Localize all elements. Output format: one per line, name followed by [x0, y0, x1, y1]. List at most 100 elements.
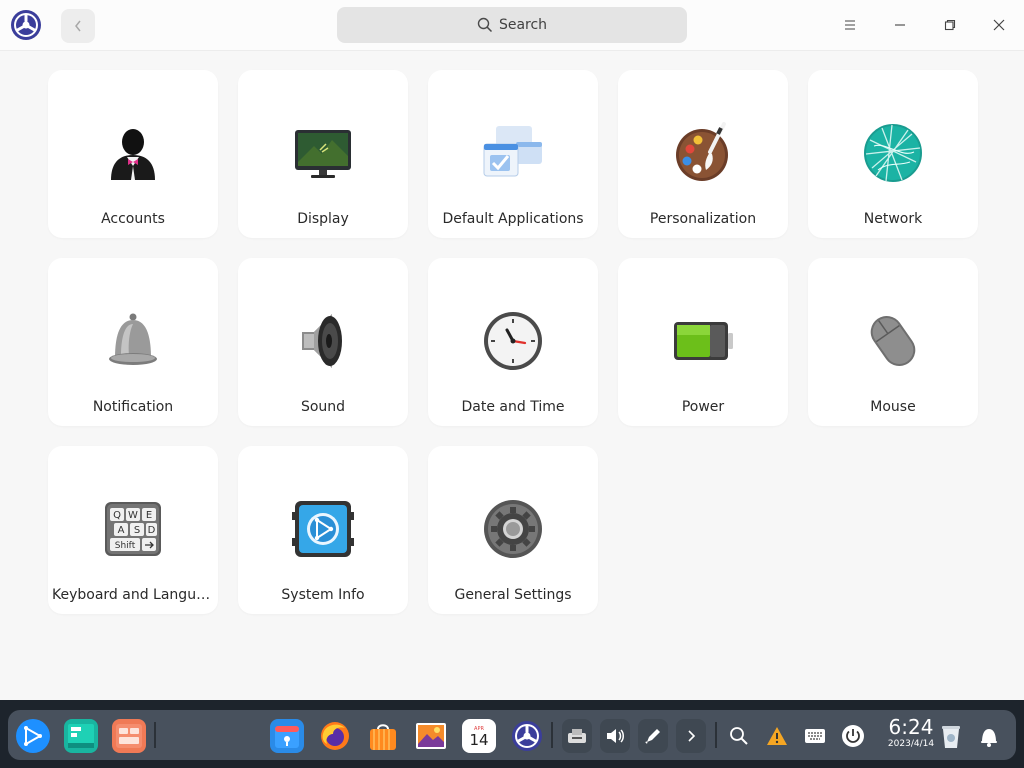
tray-notification-center[interactable] [974, 719, 1004, 753]
module-label: Notification [92, 399, 174, 415]
dock-trash[interactable] [936, 719, 966, 753]
dock-app-firefox[interactable] [318, 719, 352, 753]
multitasking-view-button[interactable] [64, 719, 98, 753]
dock-separator [154, 722, 156, 748]
dock-app-store[interactable] [366, 719, 400, 753]
title-bar: Search [0, 0, 1024, 51]
key-shift-label: Shift [115, 541, 136, 551]
module-notification[interactable]: Notification [48, 258, 218, 426]
module-label: Default Applications [442, 211, 584, 227]
tray-screenshot[interactable] [638, 719, 668, 753]
launcher-icon [24, 726, 43, 746]
key-s-label: S [134, 525, 140, 536]
system-info-icon [292, 501, 354, 557]
module-sound[interactable]: Sound [238, 258, 408, 426]
dock-app-image-viewer[interactable] [414, 719, 448, 753]
trash-icon [942, 726, 960, 748]
gear-icon [484, 500, 542, 558]
desktop-icon [116, 724, 142, 748]
tray-volume[interactable] [600, 719, 630, 753]
module-label: Keyboard and Langua... [52, 587, 214, 603]
clock[interactable]: 6:24 2023/4/14 [880, 716, 942, 750]
mouse-icon [870, 315, 916, 367]
dock: APR 14 6:24 2023/4/14 [8, 710, 1016, 760]
control-center-icon [512, 721, 542, 751]
module-power[interactable]: Power [618, 258, 788, 426]
launcher-button[interactable] [16, 719, 50, 753]
close-icon [993, 19, 1005, 31]
tray-expand-button[interactable] [676, 719, 706, 753]
bell-icon [981, 729, 997, 747]
module-network[interactable]: Network [808, 70, 978, 238]
network-icon [864, 124, 922, 182]
module-system-info[interactable]: System Info [238, 446, 408, 614]
search-placeholder: Search [498, 17, 548, 33]
accounts-icon [111, 129, 155, 180]
module-label: Power [681, 399, 725, 415]
tray-warning[interactable] [762, 719, 792, 753]
dock-app-file-manager[interactable] [270, 719, 304, 753]
module-accounts[interactable]: Accounts [48, 70, 218, 238]
maximize-button[interactable] [938, 13, 962, 37]
module-label: Network [863, 211, 923, 227]
default-applications-icon [483, 126, 542, 177]
minimize-button[interactable] [888, 13, 912, 37]
wired-network-icon [568, 729, 586, 743]
key-d-label: D [148, 525, 156, 536]
module-label: Sound [300, 399, 346, 415]
module-default-applications[interactable]: Default Applications [428, 70, 598, 238]
key-a-label: A [118, 525, 125, 536]
tray-power[interactable] [838, 719, 868, 753]
hamburger-menu-icon [845, 20, 855, 30]
tray-search[interactable] [724, 719, 754, 753]
key-e-label: E [146, 510, 152, 521]
app-store-icon [370, 724, 396, 750]
dock-app-calendar[interactable]: APR 14 [462, 719, 496, 753]
dock-separator [551, 722, 553, 748]
warning-icon [767, 727, 787, 745]
keyboard-icon [805, 729, 825, 743]
module-general-settings[interactable]: General Settings [428, 446, 598, 614]
module-label: Accounts [101, 211, 165, 227]
module-label: Display [297, 211, 349, 227]
multitasking-icon [68, 724, 94, 748]
module-keyboard-and-language[interactable]: Q W E A S D Shift Keyboard and Langua... [48, 446, 218, 614]
chevron-left-icon [75, 20, 81, 32]
search-icon [730, 727, 748, 745]
show-desktop-button[interactable] [112, 719, 146, 753]
search-icon [477, 17, 492, 33]
restore-icon [944, 19, 956, 31]
calendar-day: 14 [469, 731, 488, 749]
module-label: Mouse [870, 399, 916, 415]
control-center-logo-icon [10, 9, 42, 41]
module-date-and-time[interactable]: Date and Time [428, 258, 598, 426]
dock-separator [715, 722, 717, 748]
module-display[interactable]: Display [238, 70, 408, 238]
close-button[interactable] [987, 13, 1011, 37]
module-personalization[interactable]: Personalization [618, 70, 788, 238]
settings-module-grid: Accounts Display Default Applications Pe… [48, 70, 978, 614]
power-icon [842, 725, 864, 747]
module-label: Personalization [649, 211, 757, 227]
minimize-icon [895, 24, 905, 26]
tray-onscreen-keyboard[interactable] [800, 719, 830, 753]
calendar-icon: APR 14 [465, 722, 493, 750]
tray-network[interactable] [562, 719, 592, 753]
bell-icon [109, 313, 157, 365]
speaker-icon [302, 314, 342, 368]
module-mouse[interactable]: Mouse [808, 258, 978, 426]
battery-icon [674, 322, 733, 360]
menu-button[interactable] [838, 13, 862, 37]
keyboard-icon: Q W E A S D Shift [105, 502, 161, 556]
firefox-icon [321, 722, 349, 750]
image-viewer-icon [416, 723, 446, 749]
dock-app-control-center[interactable] [510, 719, 544, 753]
back-button[interactable] [61, 9, 95, 43]
file-manager-icon [275, 726, 299, 748]
module-label: Date and Time [461, 399, 565, 415]
display-icon [295, 130, 351, 178]
search-input[interactable]: Search [337, 7, 687, 43]
module-label: System Info [281, 587, 365, 603]
key-q-label: Q [113, 510, 121, 521]
key-w-label: W [128, 510, 138, 521]
